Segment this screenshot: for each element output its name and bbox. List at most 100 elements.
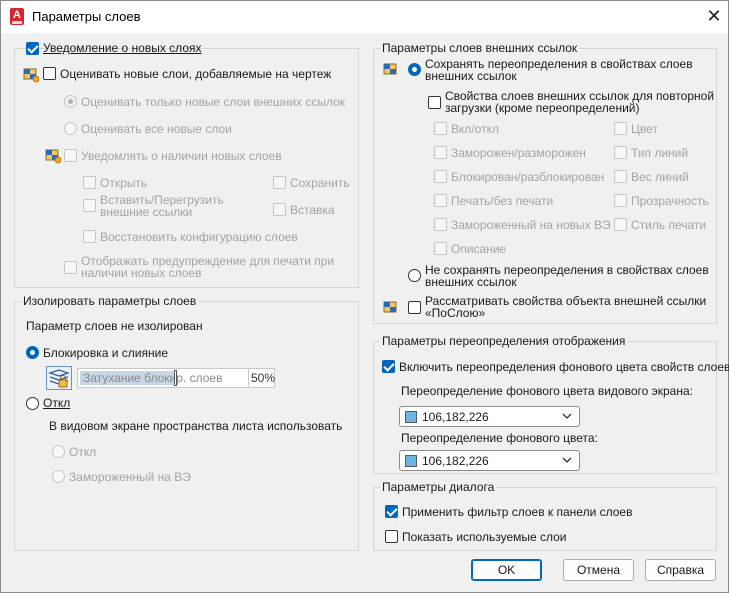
bylayer-checkbox[interactable] bbox=[408, 301, 421, 314]
prop-freeze-checkbox[interactable] bbox=[434, 146, 447, 159]
bg-color-value: 106,182,226 bbox=[422, 454, 489, 468]
prop-vpfreeze-checkbox[interactable] bbox=[434, 218, 447, 231]
chevron-down-icon bbox=[562, 453, 572, 470]
evaluate-new-layers-checkbox[interactable] bbox=[43, 67, 56, 80]
window-title: Параметры слоев bbox=[32, 9, 141, 24]
prop-color-checkbox[interactable] bbox=[614, 122, 627, 135]
evaluate-all-label: Оценивать все новые слои bbox=[81, 122, 232, 136]
no-keep-overrides-radio[interactable] bbox=[408, 269, 421, 282]
show-used-layers-checkbox[interactable] bbox=[385, 530, 398, 543]
apply-filter-checkbox[interactable] bbox=[385, 505, 398, 518]
prop-description-label: Описание bbox=[451, 242, 507, 256]
prop-plot-label: Печать/без печати bbox=[451, 194, 554, 208]
dialog-settings-title: Параметры диалога bbox=[380, 480, 497, 494]
prop-onoff-checkbox[interactable] bbox=[434, 122, 447, 135]
viewport-off-radio[interactable] bbox=[52, 445, 65, 458]
bg-label: Переопределение фонового цвета: bbox=[401, 431, 598, 445]
bylayer-label-2: «ПоСлою» bbox=[425, 306, 486, 320]
evaluate-xref-only-label: Оценивать только новые слои внешних ссыл… bbox=[81, 95, 346, 109]
enable-bg-override-label: Включить переопределения фонового цвета … bbox=[399, 360, 729, 374]
prop-description-checkbox[interactable] bbox=[434, 242, 447, 255]
isolate-off-radio[interactable] bbox=[26, 397, 39, 410]
plot-warning-label-2: наличии новых слоев bbox=[81, 266, 202, 280]
help-button[interactable]: Справка bbox=[645, 559, 716, 581]
isolate-status-text: Параметр слоев не изолирован bbox=[26, 319, 203, 333]
prop-linetype-checkbox[interactable] bbox=[614, 146, 627, 159]
prop-lineweight-checkbox[interactable] bbox=[614, 170, 627, 183]
reload-props-label-2: загрузки (кроме переопределений) bbox=[445, 101, 640, 115]
insert-checkbox[interactable] bbox=[273, 203, 286, 216]
layer-stack-icon bbox=[23, 68, 39, 83]
plot-warning-checkbox[interactable] bbox=[64, 261, 77, 274]
restore-config-label: Восстановить конфигурацию слоев bbox=[100, 230, 298, 244]
prop-transparency-label: Прозрачность bbox=[631, 194, 709, 208]
bg-color-dropdown[interactable]: 106,182,226 bbox=[399, 450, 580, 471]
fade-slider-label: Затухание блокир. слоев bbox=[83, 371, 223, 385]
autocad-app-icon: A bbox=[10, 8, 24, 25]
viewport-usage-label: В видовом экране пространства листа испо… bbox=[49, 419, 343, 433]
layer-notify-icon bbox=[45, 149, 61, 164]
display-overrides-title: Параметры переопределения отображения bbox=[380, 334, 628, 348]
new-layer-notification-group bbox=[14, 48, 359, 288]
title-bar: A Параметры слоев ✕ bbox=[1, 1, 728, 33]
attach-reload-checkbox[interactable] bbox=[83, 199, 96, 212]
prop-lock-label: Блокирован/разблокирован bbox=[451, 170, 605, 184]
isolate-off-label: Откл bbox=[43, 396, 71, 410]
prop-onoff-label: Вкл/откл bbox=[451, 122, 500, 136]
viewport-frozen-label: Замороженный на ВЭ bbox=[69, 470, 191, 484]
prop-transparency-checkbox[interactable] bbox=[614, 194, 627, 207]
notify-new-layers-checkbox[interactable] bbox=[26, 42, 39, 55]
viewport-bg-label: Переопределение фонового цвета видового … bbox=[401, 384, 693, 398]
show-used-layers-label: Показать используемые слои bbox=[402, 530, 567, 544]
prop-plot-checkbox[interactable] bbox=[434, 194, 447, 207]
viewport-frozen-radio[interactable] bbox=[52, 470, 65, 483]
no-keep-overrides-label-2: внешних ссылок bbox=[425, 275, 517, 289]
locked-layer-fade-icon bbox=[46, 366, 72, 390]
evaluate-new-layers-label: Оценивать новые слои, добавляемые на чер… bbox=[60, 67, 332, 81]
fade-slider-handle[interactable] bbox=[174, 370, 177, 386]
keep-overrides-radio[interactable] bbox=[408, 63, 421, 76]
cancel-button[interactable]: Отмена bbox=[563, 559, 634, 581]
save-label: Сохранить bbox=[290, 176, 350, 190]
close-icon[interactable]: ✕ bbox=[704, 6, 724, 26]
prop-vpfreeze-label: Замороженный на новых ВЭ bbox=[451, 218, 611, 232]
evaluate-xref-only-radio[interactable] bbox=[64, 95, 77, 108]
fade-slider[interactable]: Затухание блокир. слоев bbox=[77, 368, 249, 388]
prop-freeze-label: Заморожен/разморожен bbox=[451, 146, 586, 160]
prop-lineweight-label: Вес линий bbox=[631, 170, 689, 184]
prop-plotstyle-checkbox[interactable] bbox=[614, 218, 627, 231]
xref-layer-icon bbox=[383, 63, 397, 75]
lock-fade-label: Блокировка и слияние bbox=[43, 346, 168, 360]
ok-button[interactable]: OK bbox=[471, 559, 542, 581]
apply-filter-label: Применить фильтр слоев к панели слоев bbox=[402, 505, 633, 519]
prop-color-label: Цвет bbox=[631, 122, 658, 136]
attach-reload-label-2: внешние ссылки bbox=[100, 205, 193, 219]
evaluate-all-radio[interactable] bbox=[64, 122, 77, 135]
prop-lock-checkbox[interactable] bbox=[434, 170, 447, 183]
keep-overrides-label-2: внешних ссылок bbox=[425, 69, 517, 83]
bylayer-icon bbox=[383, 301, 397, 313]
isolate-settings-title: Изолировать параметры слоев bbox=[21, 294, 199, 308]
lock-fade-radio[interactable] bbox=[26, 346, 39, 359]
viewport-off-label: Откл bbox=[69, 445, 97, 459]
prop-linetype-label: Тип линий bbox=[631, 146, 689, 160]
layer-settings-dialog: A Параметры слоев ✕ Уведомление о новых … bbox=[0, 0, 729, 593]
xref-settings-title: Параметры слоев внешних ссылок bbox=[380, 41, 580, 55]
fade-value-field[interactable]: 50% bbox=[248, 368, 275, 388]
restore-config-checkbox[interactable] bbox=[83, 230, 96, 243]
chevron-down-icon bbox=[562, 409, 572, 426]
viewport-bg-color-dropdown[interactable]: 106,182,226 bbox=[399, 406, 580, 427]
insert-label: Вставка bbox=[290, 203, 335, 217]
notify-present-checkbox[interactable] bbox=[64, 149, 77, 162]
bg-color-swatch bbox=[405, 455, 417, 467]
open-label: Открыть bbox=[100, 176, 148, 190]
reload-props-checkbox[interactable] bbox=[428, 96, 441, 109]
viewport-bg-color-swatch bbox=[405, 411, 417, 423]
viewport-bg-color-value: 106,182,226 bbox=[422, 410, 489, 424]
notify-new-layers-label: Уведомление о новых слоях bbox=[43, 41, 202, 55]
enable-bg-override-checkbox[interactable] bbox=[382, 360, 395, 373]
prop-plotstyle-label: Стиль печати bbox=[631, 218, 707, 232]
save-checkbox[interactable] bbox=[273, 176, 286, 189]
notify-present-label: Уведомлять о наличии новых слоев bbox=[81, 149, 282, 163]
open-checkbox[interactable] bbox=[83, 176, 96, 189]
